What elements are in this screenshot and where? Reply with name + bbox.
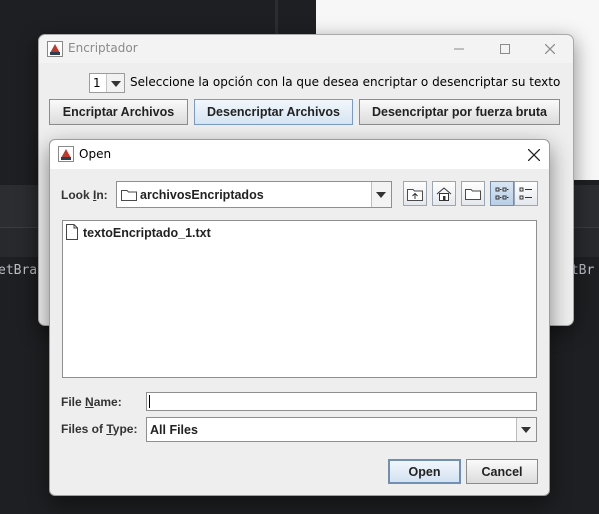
encrypt-files-button[interactable]: Encriptar Archivos xyxy=(49,99,188,125)
option-label: Seleccione la opción con la que desea en… xyxy=(130,75,561,89)
file-type-label: Files of Type: xyxy=(61,422,138,436)
look-in-value: archivosEncriptados xyxy=(140,188,264,202)
look-in-select[interactable]: archivosEncriptados xyxy=(116,181,392,208)
open-file-dialog: Open Look In: archivosEncriptados textoE… xyxy=(49,139,550,496)
home-icon xyxy=(436,186,452,201)
open-button[interactable]: Open xyxy=(388,459,461,484)
close-icon[interactable] xyxy=(527,35,573,63)
main-titlebar: Encriptador xyxy=(39,35,573,63)
minimize-icon[interactable] xyxy=(436,35,482,63)
folder-up-icon xyxy=(407,188,423,201)
close-icon[interactable] xyxy=(519,140,549,169)
dialog-titlebar: Open xyxy=(50,140,549,169)
maximize-icon[interactable] xyxy=(482,35,528,63)
new-folder-button[interactable] xyxy=(461,181,485,206)
dialog-title: Open xyxy=(79,147,112,161)
list-view-icon xyxy=(495,187,509,199)
chevron-down-icon[interactable] xyxy=(106,74,124,92)
new-folder-icon xyxy=(465,189,481,200)
file-name-input[interactable] xyxy=(146,392,537,411)
file-name-label: File Name: xyxy=(61,395,122,409)
look-in-label: Look In: xyxy=(61,188,108,202)
chevron-down-icon[interactable] xyxy=(516,418,536,441)
home-button[interactable] xyxy=(432,181,456,206)
list-view-button[interactable] xyxy=(490,181,514,206)
decrypt-files-button[interactable]: Desencriptar Archivos xyxy=(194,99,353,125)
file-icon xyxy=(66,223,78,243)
folder-icon xyxy=(121,188,137,204)
chevron-down-icon[interactable] xyxy=(371,182,391,207)
option-select[interactable]: 1 xyxy=(89,73,125,93)
file-name: textoEncriptado_1.txt xyxy=(83,226,211,240)
list-item[interactable]: textoEncriptado_1.txt xyxy=(66,223,211,243)
java-app-icon xyxy=(47,41,63,57)
file-list[interactable]: textoEncriptado_1.txt xyxy=(62,220,537,378)
file-type-value: All Files xyxy=(150,423,198,437)
text-caret xyxy=(149,395,150,408)
java-app-icon xyxy=(58,146,74,162)
details-view-icon xyxy=(519,187,532,199)
cancel-button[interactable]: Cancel xyxy=(466,459,538,484)
option-select-value: 1 xyxy=(93,76,101,90)
up-one-level-button[interactable] xyxy=(403,181,427,206)
brute-force-decrypt-button[interactable]: Desencriptar por fuerza bruta xyxy=(359,99,560,125)
main-window-title: Encriptador xyxy=(68,41,138,55)
details-view-button[interactable] xyxy=(514,181,538,206)
file-type-select[interactable]: All Files xyxy=(146,417,537,442)
